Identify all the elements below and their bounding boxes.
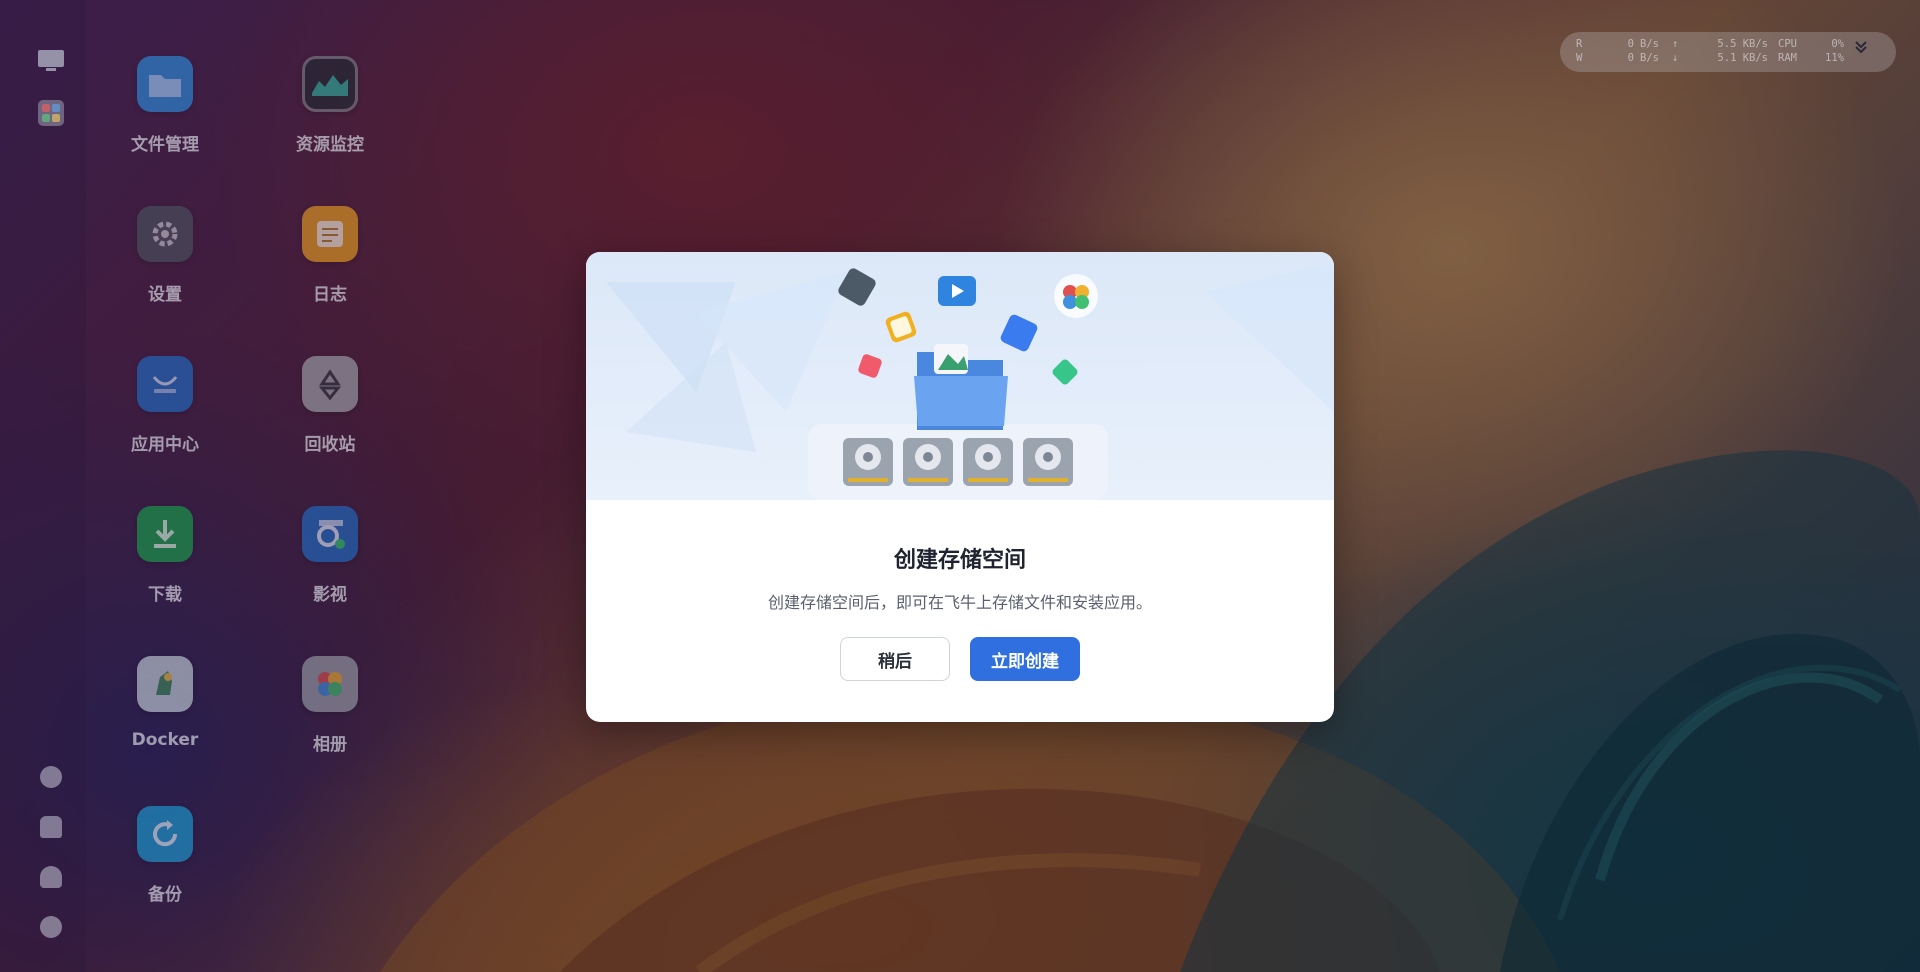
app-photos[interactable]: 相册 xyxy=(265,656,395,776)
read-unit: B/s xyxy=(1640,38,1659,50)
log-icon xyxy=(302,206,358,262)
upload-speed: 5.5 KB/s xyxy=(1717,38,1768,50)
ram-label: RAM xyxy=(1778,52,1797,64)
app-recycle-bin[interactable]: 回收站 xyxy=(265,356,395,476)
recycle-bin-icon xyxy=(302,356,358,412)
user-icon[interactable] xyxy=(40,866,62,888)
app-label: 回收站 xyxy=(304,435,356,455)
app-download[interactable]: 下载 xyxy=(100,506,230,626)
later-button[interactable]: 稍后 xyxy=(840,637,950,681)
app-backup[interactable]: 备份 xyxy=(100,806,230,926)
download-speed: 5.1 KB/s xyxy=(1717,52,1768,64)
app-file-manager[interactable]: 文件管理 xyxy=(100,56,230,176)
app-settings[interactable]: 设置 xyxy=(100,206,230,326)
app-label: 备份 xyxy=(148,885,182,905)
cpu-value: 0% xyxy=(1831,38,1844,50)
dialog-description: 创建存储空间后，即可在飞牛上存储文件和安装应用。 xyxy=(767,593,1152,612)
ram-value: 11% xyxy=(1825,52,1844,64)
app-resource-monitor[interactable]: 资源监控 xyxy=(265,56,395,176)
create-now-button[interactable]: 立即创建 xyxy=(970,637,1080,681)
system-monitor-widget[interactable]: R W 0 0 B/s B/s ↑ ↓ 5.5 KB/s 5.1 KB/s CP… xyxy=(1560,32,1896,72)
left-rail xyxy=(0,0,86,972)
app-grid-icon[interactable] xyxy=(36,98,66,128)
upload-arrow-icon: ↑ xyxy=(1672,38,1679,50)
app-app-center[interactable]: 应用中心 xyxy=(100,356,230,476)
cpu-label: CPU xyxy=(1778,38,1797,50)
bell-icon[interactable] xyxy=(40,816,62,838)
write-value: 0 xyxy=(1627,52,1634,64)
app-label: 相册 xyxy=(313,735,347,755)
desktop-icon[interactable] xyxy=(36,46,66,76)
app-logs[interactable]: 日志 xyxy=(265,206,395,326)
chevron-double-down-icon[interactable] xyxy=(1848,40,1874,62)
write-label: W xyxy=(1576,52,1583,64)
create-storage-dialog: 创建存储空间 创建存储空间后，即可在飞牛上存储文件和安装应用。 稍后 立即创建 xyxy=(586,252,1334,722)
read-value: 0 xyxy=(1627,38,1634,50)
app-label: 资源监控 xyxy=(296,135,364,155)
app-docker[interactable]: Docker xyxy=(100,656,230,776)
app-label: 文件管理 xyxy=(131,135,199,155)
gear-icon xyxy=(137,206,193,262)
video-icon xyxy=(302,506,358,562)
app-label: 设置 xyxy=(148,285,182,305)
settings-icon[interactable] xyxy=(40,916,62,938)
download-arrow-icon: ↓ xyxy=(1672,52,1679,64)
download-icon xyxy=(137,506,193,562)
app-label: 下载 xyxy=(148,585,182,605)
read-label: R xyxy=(1576,38,1583,50)
backup-icon xyxy=(137,806,193,862)
app-store-icon xyxy=(137,356,193,412)
write-unit: B/s xyxy=(1640,52,1659,64)
app-video[interactable]: 影视 xyxy=(265,506,395,626)
photos-icon xyxy=(302,656,358,712)
app-label: 日志 xyxy=(313,285,347,305)
folder-icon xyxy=(137,56,193,112)
docker-icon xyxy=(137,656,193,712)
dialog-title: 创建存储空间 xyxy=(893,548,1026,573)
info-icon[interactable] xyxy=(40,766,62,788)
storage-illustration xyxy=(586,252,1334,500)
app-label: 影视 xyxy=(313,585,347,605)
monitor-icon xyxy=(302,56,358,112)
app-label: Docker xyxy=(131,730,199,750)
app-label: 应用中心 xyxy=(131,435,199,455)
